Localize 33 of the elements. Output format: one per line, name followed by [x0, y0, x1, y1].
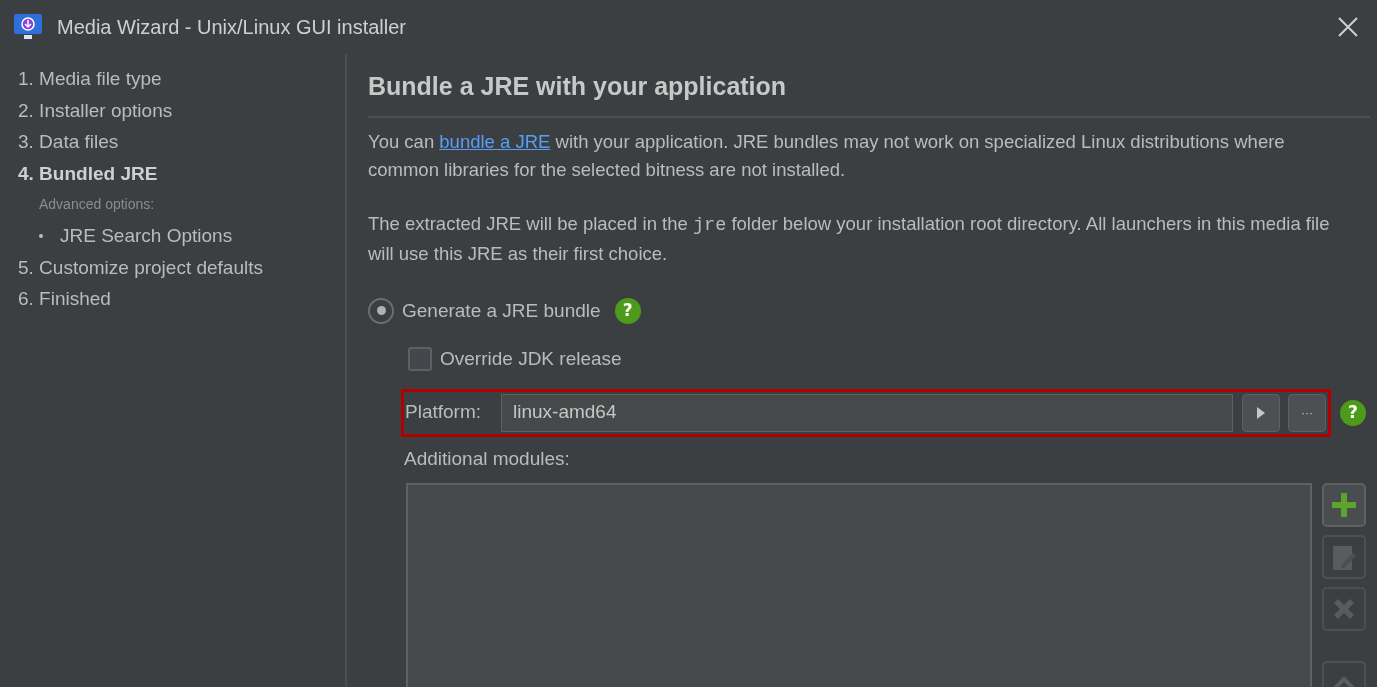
platform-field[interactable]: linux-amd64: [501, 393, 1233, 432]
monitor-download-icon: [14, 14, 42, 40]
browse-button[interactable]: ···: [1288, 393, 1326, 432]
wizard-step[interactable]: 5. Customize project defaults: [18, 251, 263, 283]
wizard-substep[interactable]: JRE Search Options: [60, 220, 233, 252]
description-paragraph: The extracted JRE will be placed in the jre folder below your installation root directory. All launchers in this media file will use this JRE as their first choice.: [368, 211, 1331, 266]
notepad-pencil-icon: [1331, 543, 1357, 571]
wizard-step[interactable]: 1. Media file type: [18, 63, 162, 95]
wizard-step[interactable]: 3. Data files: [18, 126, 119, 158]
checkbox[interactable]: [408, 347, 432, 372]
help-button[interactable]: ?: [614, 297, 641, 324]
plus-icon: [1331, 492, 1357, 518]
bundle-jre-link[interactable]: bundle a JRE: [439, 130, 551, 152]
window-title: Media Wizard - Unix/Linux GUI installer: [57, 15, 406, 40]
modules-list[interactable]: [406, 483, 1312, 687]
page-heading: Bundle a JRE with your application: [368, 68, 1370, 118]
radio-button[interactable]: [368, 297, 394, 324]
wizard-step[interactable]: 2. Installer options: [18, 94, 173, 126]
description-paragraph: You can bundle a JRE with your application. JRE bundles may not work on specialized Linux distributions where common libraries for the selected bitness are not installed.: [368, 129, 1286, 182]
radio-label[interactable]: Generate a JRE bundle: [402, 296, 601, 325]
modules-label: Additional modules:: [404, 446, 570, 471]
checkbox-label[interactable]: Override JDK release: [440, 345, 622, 374]
chevron-up-icon: [1331, 675, 1357, 687]
platform-label: Platform:: [404, 400, 483, 425]
wizard-step[interactable]: 4. Bundled JRE: [18, 157, 158, 189]
add-module-button[interactable]: [1322, 483, 1366, 527]
wizard-step[interactable]: 6. Finished: [18, 283, 111, 315]
bullet-icon: [39, 233, 43, 238]
section-label: Advanced options:: [38, 195, 155, 214]
triangle-right-icon: [1257, 406, 1265, 419]
play-button[interactable]: [1242, 393, 1280, 432]
help-button[interactable]: ?: [1340, 399, 1366, 426]
close-icon: [1338, 17, 1358, 37]
